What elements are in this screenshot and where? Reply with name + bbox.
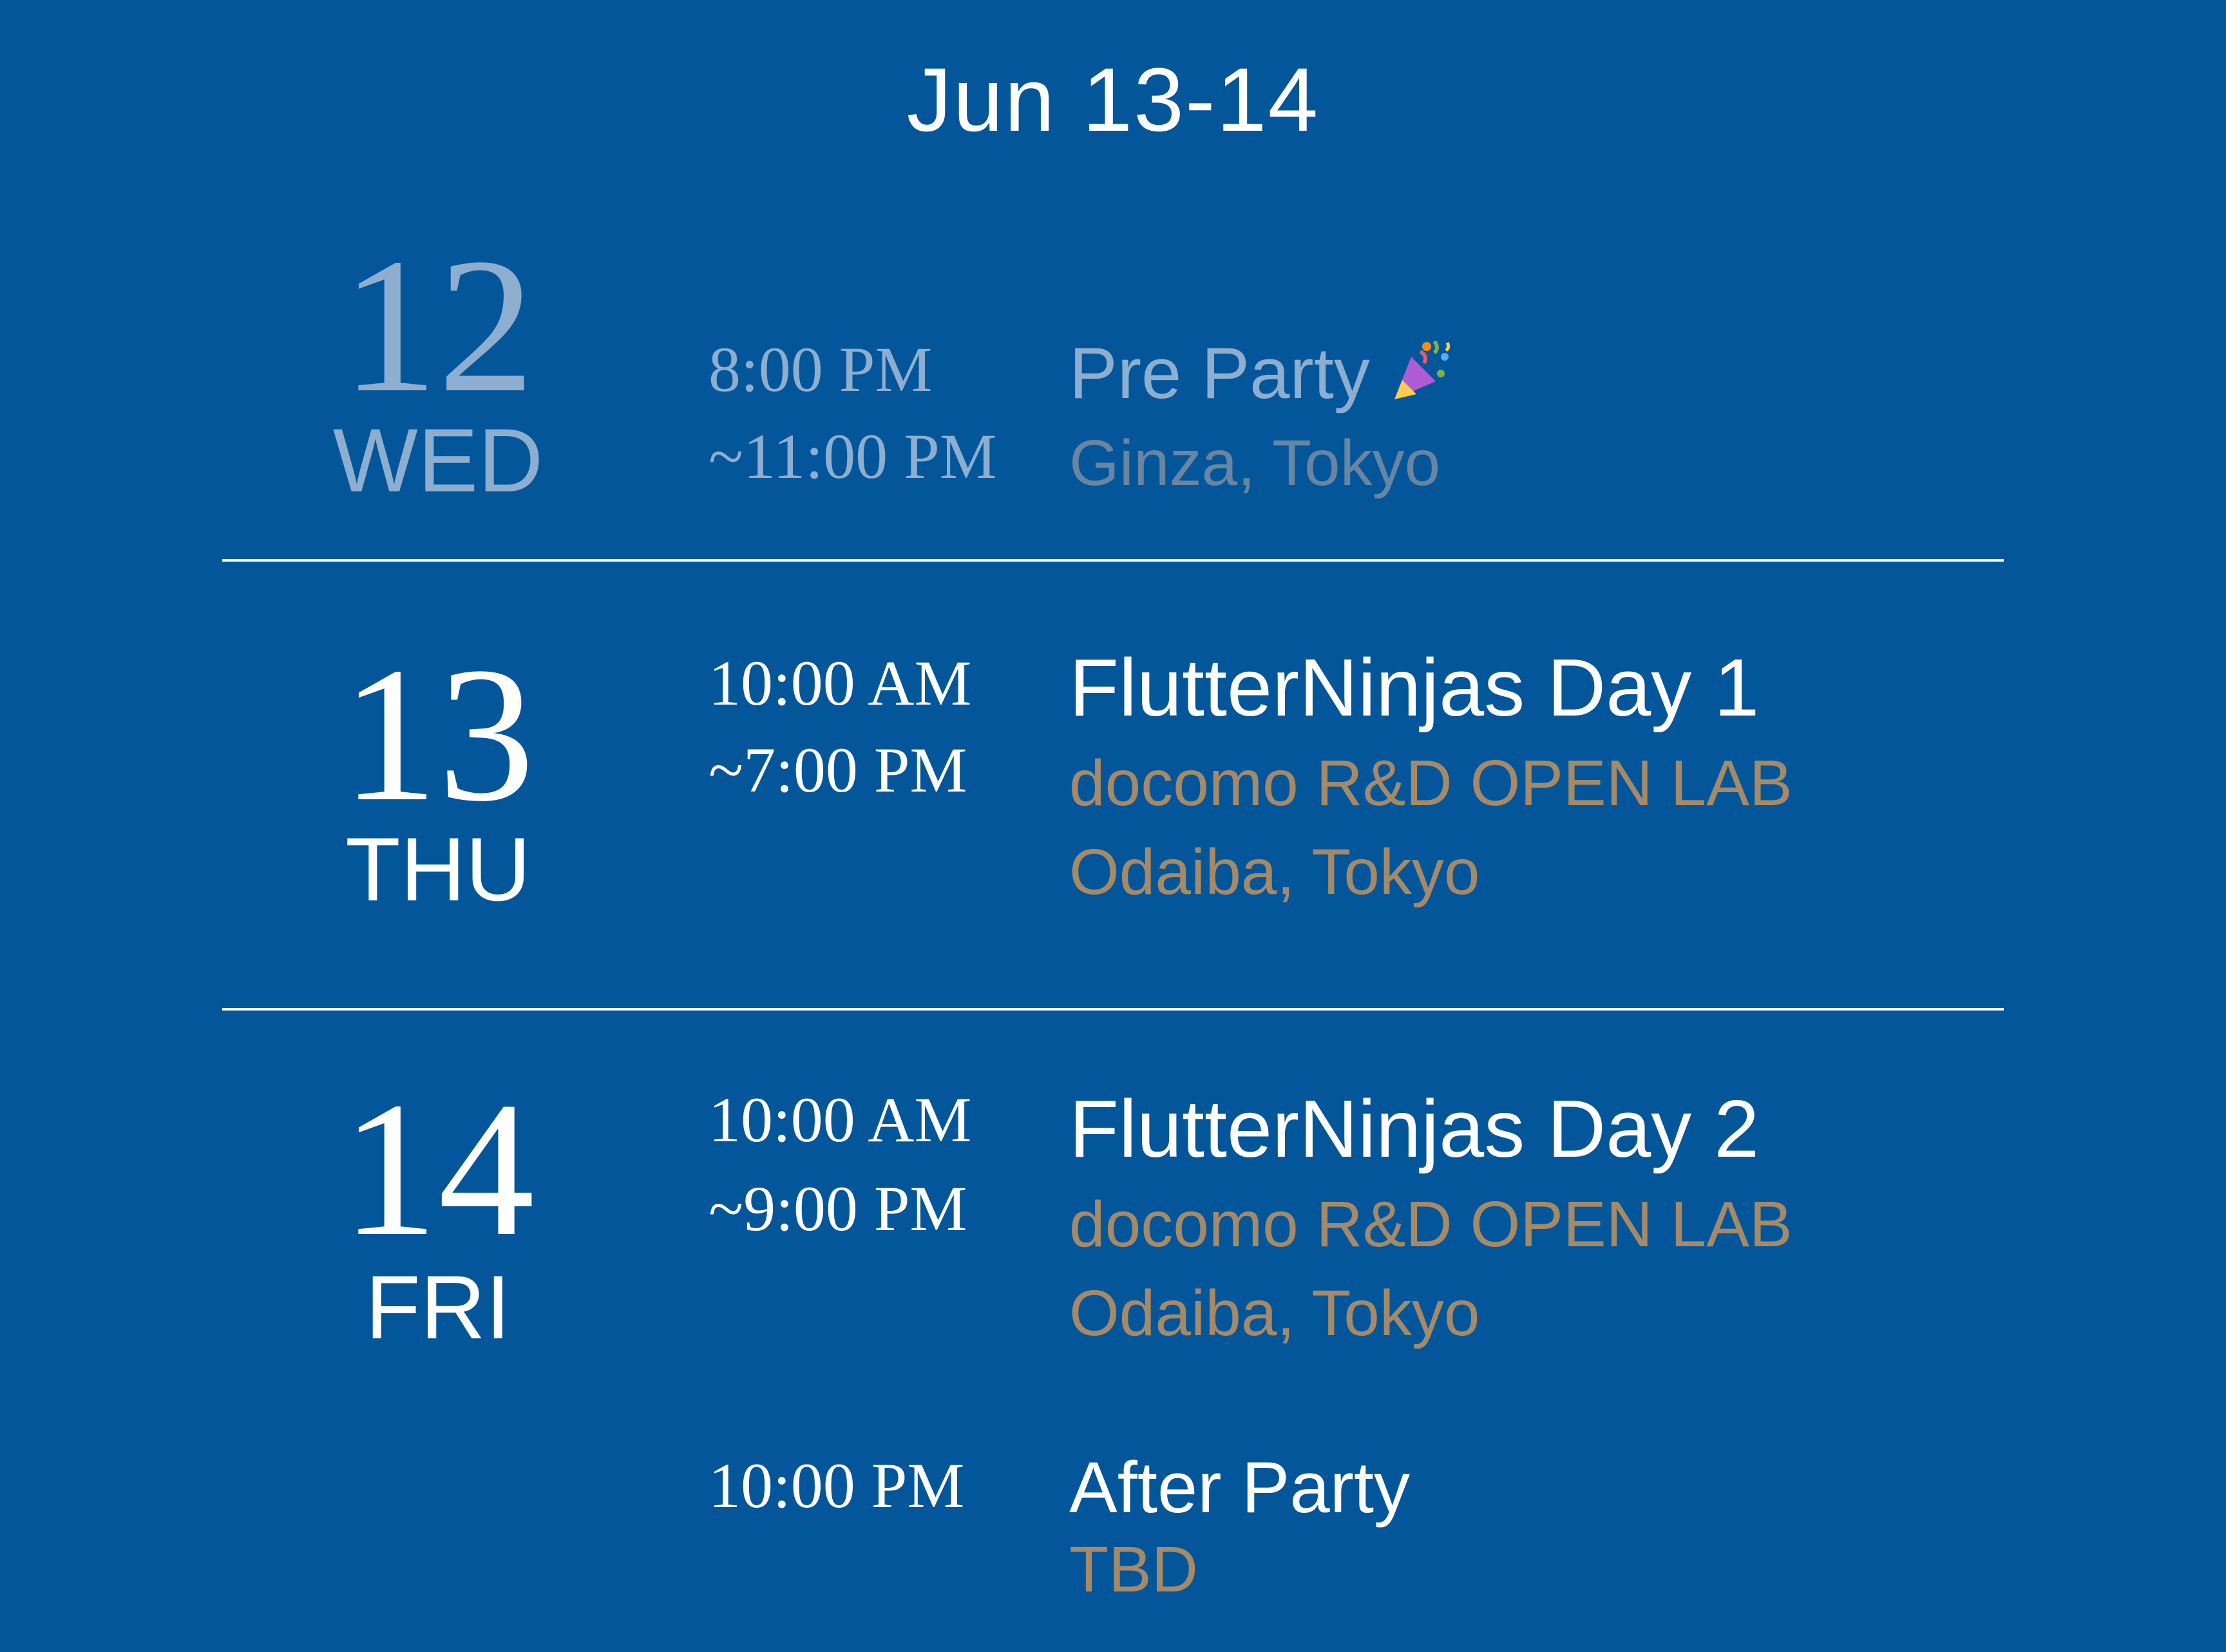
event-location: Ginza, Tokyo bbox=[1069, 427, 1441, 499]
event-end-time: ~7:00 PM bbox=[709, 734, 967, 806]
event-location: Odaiba, Tokyo bbox=[1069, 1277, 1480, 1349]
event-title: Pre Party bbox=[1069, 328, 1454, 419]
event-location: TBD bbox=[1069, 1533, 1198, 1606]
event-title: FlutterNinjas Day 1 bbox=[1069, 642, 1760, 733]
event-start-time: 10:00 AM bbox=[709, 1084, 972, 1155]
day-number: 14 bbox=[341, 1062, 535, 1276]
day-divider bbox=[222, 1008, 2004, 1011]
event-venue: docomo R&D OPEN LAB bbox=[1069, 747, 1793, 819]
event-title: FlutterNinjas Day 2 bbox=[1069, 1083, 1760, 1174]
day-divider bbox=[222, 559, 2004, 562]
event-start-time: 10:00 PM bbox=[709, 1450, 965, 1521]
event-location: Odaiba, Tokyo bbox=[1069, 836, 1480, 908]
day-weekday: FRI bbox=[365, 1257, 511, 1358]
day-weekday: THU bbox=[345, 819, 531, 920]
day-weekday: WED bbox=[332, 410, 544, 511]
event-start-time: 8:00 PM bbox=[709, 334, 933, 405]
day-number: 13 bbox=[341, 627, 535, 841]
event-title: After Party bbox=[1069, 1447, 1411, 1528]
event-end-time: ~11:00 PM bbox=[709, 421, 997, 492]
day-number: 12 bbox=[341, 218, 535, 432]
event-title-text: Pre Party bbox=[1069, 333, 1370, 413]
event-end-time: ~9:00 PM bbox=[709, 1173, 967, 1244]
page-title: Jun 13-14 bbox=[906, 49, 1320, 150]
event-venue: docomo R&D OPEN LAB bbox=[1069, 1188, 1793, 1260]
party-popper-icon bbox=[1389, 332, 1454, 399]
event-start-time: 10:00 AM bbox=[709, 647, 972, 719]
